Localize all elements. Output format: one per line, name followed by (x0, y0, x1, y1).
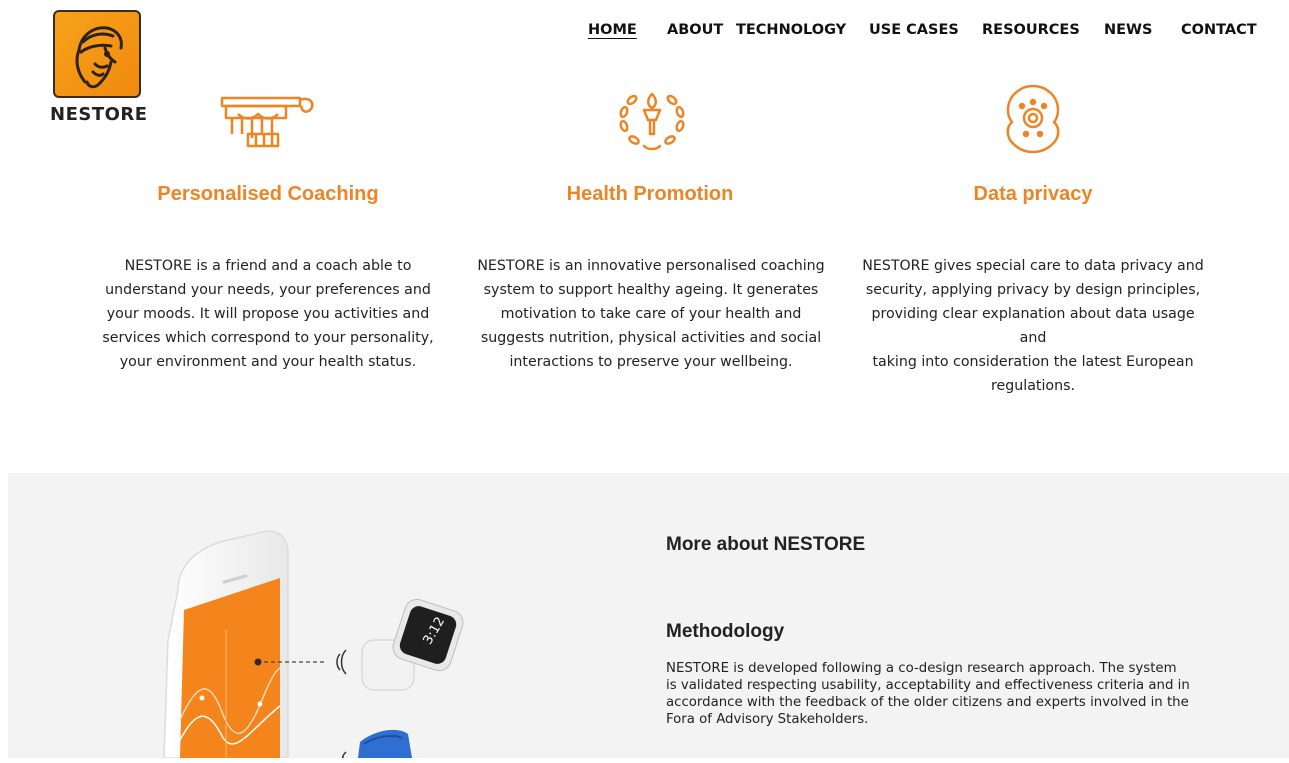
nav-contact[interactable]: CONTACT (1181, 22, 1257, 38)
methodology-text: NESTORE is developed following a co-desi… (666, 660, 1211, 728)
desc-line: interactions to preserve your wellbeing. (509, 354, 793, 370)
desc-line: system to support healthy ageing. It gen… (483, 282, 819, 298)
desc-line: NESTORE gives special care to data priva… (862, 258, 1204, 274)
nestore-logo[interactable]: NESTORE (50, 10, 148, 126)
feature-desc-health: NESTORE is an innovative personalised co… (476, 254, 826, 374)
logo-text: NESTORE (50, 104, 148, 125)
method-line: Fora of Advisory Stakeholders. (666, 712, 869, 727)
desc-line: services which correspond to your person… (102, 330, 434, 346)
desc-line: understand your needs, your preferences … (105, 282, 431, 298)
desc-line: security, applying privacy by design pri… (865, 282, 1201, 298)
feature-title-privacy: Data privacy (973, 183, 1093, 205)
desc-line: suggests nutrition, physical activities … (480, 330, 822, 346)
torch-laurel-icon (616, 88, 688, 159)
column-capital-icon (218, 94, 318, 155)
method-line: is validated respecting usability, accep… (666, 678, 1190, 693)
feature-title-health: Health Promotion (566, 183, 734, 205)
nav-home[interactable]: HOME (588, 22, 637, 38)
more-about-heading: More about NESTORE (666, 534, 866, 555)
desc-line: NESTORE is an innovative personalised co… (477, 258, 825, 274)
nav-technology[interactable]: TECHNOLOGY (736, 22, 846, 38)
feature-desc-privacy: NESTORE gives special care to data priva… (858, 254, 1208, 398)
desc-line: taking into consideration the latest Eur… (872, 354, 1194, 370)
desc-line: your moods. It will propose you activiti… (106, 306, 430, 322)
desc-line: motivation to take care of your health a… (500, 306, 802, 322)
desc-line: regulations. (991, 378, 1075, 394)
devices-illustration: 3:12 (150, 530, 480, 763)
method-line: accordance with the feedback of the olde… (666, 695, 1189, 710)
desc-line: your environment and your health status. (119, 354, 417, 370)
nav-about[interactable]: ABOUT (667, 22, 723, 38)
logo-emblem (53, 10, 141, 98)
nav-use-cases[interactable]: USE CASES (869, 22, 959, 38)
shield-eye-icon (1002, 82, 1064, 159)
nav-resources[interactable]: RESOURCES (982, 22, 1080, 38)
methodology-heading: Methodology (666, 621, 785, 642)
desc-line: providing clear explanation about data u… (871, 306, 1195, 346)
desc-line: NESTORE is a friend and a coach able to (124, 258, 412, 274)
bearded-head-icon (75, 26, 123, 89)
feature-title-coaching: Personalised Coaching (157, 183, 379, 205)
nav-news[interactable]: NEWS (1104, 22, 1152, 38)
feature-desc-coaching: NESTORE is a friend and a coach able to … (93, 254, 443, 374)
method-line: NESTORE is developed following a co-desi… (666, 661, 1177, 676)
